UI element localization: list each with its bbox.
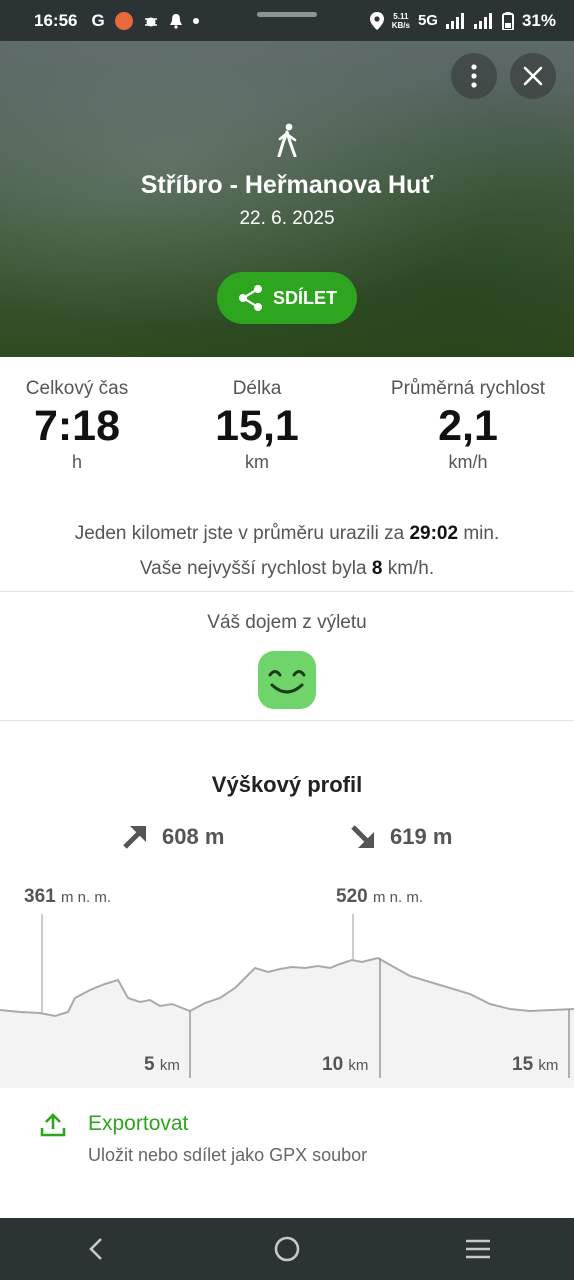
stat-total-time: Celkový čas 7:18 h [0,378,154,473]
km-value: 5 [144,1054,155,1075]
walking-icon [277,123,297,157]
km-10-label: 10 km [322,1054,368,1076]
stat-unit: h [71,452,82,472]
trip-header: Stříbro - Heřmanova Huť 22. 6. 2025 SDÍL… [0,41,574,357]
ascent-value: 608 m [162,824,225,849]
stat-average-speed: Průměrná rychlost 2,1 km/h [370,378,566,473]
divider [0,720,574,721]
system-navigation-bar [0,1218,574,1280]
google-icon: G [91,10,105,30]
upload-icon [40,1113,66,1137]
max-speed-line: Vaše nejvyšší rychlost byla 8 km/h. [0,551,574,586]
arrow-up-right-icon [123,826,146,849]
altitude-unit: m n. m. [372,889,423,906]
km-5-label: 5 km [144,1054,180,1076]
network-speed: 5.11 KB/s [392,12,410,30]
network-type: 5G [417,12,438,29]
smiley-face-icon[interactable] [258,651,316,709]
export-title: Exportovat [88,1112,189,1135]
km-unit: km [159,1057,180,1074]
stat-unit: km [245,452,269,472]
pace-text: Jeden kilometr jste v průměru urazili za [74,523,405,544]
km-value: 10 [322,1054,344,1075]
km-value: 15 [512,1054,534,1075]
more-button[interactable] [451,53,497,99]
km-15-label: 15 km [512,1054,558,1076]
stat-length: Délka 15,1 km [180,378,334,473]
more-vertical-icon [471,64,477,88]
km-unit: km [348,1057,369,1074]
elevation-chart[interactable]: 361 m n. m. 520 m n. m. 5 km 10 km 15 km [0,870,574,1088]
menu-icon [466,1239,491,1259]
more-notifications-icon [192,17,199,24]
close-icon [523,66,543,86]
signal-icon [445,12,464,29]
back-button[interactable] [76,1229,116,1269]
max-speed-text: Vaše nejvyšší rychlost byla [139,558,367,579]
pace-summary: Jeden kilometr jste v průměru urazili za… [0,516,574,586]
km-unit: km [538,1057,559,1074]
descent-value: 619 m [390,824,453,849]
stat-value: 7:18 [33,402,121,450]
trip-title: Stříbro - Heřmanova Huť [140,171,434,199]
close-button[interactable] [510,53,556,99]
battery-icon [501,11,514,30]
stat-label: Délka [232,378,282,399]
speed-unit: KB/s [391,20,410,30]
arrow-down-right-icon [351,825,374,848]
export-subtitle: Uložit nebo sdílet jako GPX soubor [88,1145,368,1165]
share-icon [238,285,262,311]
max-altitude-value: 520 [336,886,368,907]
stat-value: 15,1 [215,402,299,450]
signal-2-icon [473,12,492,29]
camera-pill [257,12,317,17]
min-altitude-value: 361 [24,886,56,907]
elevation-area [0,958,574,1088]
home-button[interactable] [267,1229,307,1269]
bug-icon [144,17,157,26]
min-altitude-label: 361 m n. m. [24,886,111,908]
status-time: 16:56 [34,10,78,30]
back-icon [88,1238,102,1260]
speed-value: 5.11 [393,11,409,21]
pace-value: 29:02 [409,523,459,544]
divider [0,591,574,592]
stat-label: Celkový čas [25,378,129,399]
trip-stats: Celkový čas 7:18 h Délka 15,1 km Průměrn… [0,378,574,488]
home-icon [274,1236,300,1262]
app-notification-icon [114,11,133,30]
max-speed-unit: km/h. [387,558,435,579]
bell-icon [169,13,182,29]
stat-unit: km/h [448,452,488,472]
elevation-ascent: 608 m [122,824,224,850]
pace-line: Jeden kilometr jste v průměru urazili za… [0,516,574,551]
export-row[interactable]: Exportovat Uložit nebo sdílet jako GPX s… [0,1088,574,1218]
trip-date: 22. 6. 2025 [239,208,335,229]
status-bar: 16:56 G 5.11 KB/s 5G 31% [0,0,574,41]
share-button[interactable]: SDÍLET [217,272,357,324]
share-label: SDÍLET [272,287,337,308]
stat-label: Průměrná rychlost [390,378,546,399]
location-icon [369,11,384,30]
altitude-unit: m n. m. [60,889,111,906]
stat-value: 2,1 [438,402,498,450]
elevation-title: Výškový profil [211,772,363,797]
max-altitude-label: 520 m n. m. [336,886,423,908]
battery-percent: 31% [521,10,556,30]
elevation-descent: 619 m [350,824,452,850]
max-speed-value: 8 [371,558,383,579]
recents-button[interactable] [458,1229,498,1269]
pace-unit: min. [463,523,500,544]
impression-label: Váš dojem z výletu [207,612,367,633]
